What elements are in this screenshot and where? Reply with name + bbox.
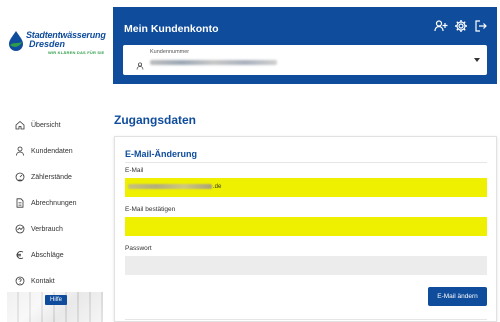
sidebar-item-abrechnungen[interactable]: Abrechnungen [0, 190, 104, 216]
account-header: Mein Kundenkonto Kundennummer [113, 7, 497, 84]
logout-icon[interactable] [474, 19, 488, 33]
help-button[interactable]: Hilfe [45, 295, 67, 305]
email-value: .de [128, 184, 221, 190]
sidebar-item-label: Kontakt [31, 277, 55, 285]
sidebar-nav: Übersicht Kundendaten Zählerstände Abrec… [0, 112, 104, 294]
sidebar-item-label: Übersicht [31, 121, 61, 129]
email-blurred-text [128, 184, 212, 189]
password-label: Passwort [125, 245, 152, 252]
change-email-button[interactable]: E-Mail ändern [428, 287, 487, 306]
page-title: Zugangsdaten [114, 113, 197, 127]
question-icon [15, 276, 25, 286]
section-title: E-Mail-Änderung [125, 149, 197, 159]
customer-number-label: Kundennummer [150, 49, 190, 55]
password-field[interactable] [125, 256, 487, 275]
meter-icon [15, 172, 25, 182]
sidebar-item-kontakt[interactable]: Kontakt [0, 268, 104, 294]
document-icon [15, 198, 25, 208]
email-change-card: E-Mail-Änderung E-Mail .de E-Mail bestät… [114, 136, 497, 322]
sidebar-item-verbrauch[interactable]: Verbrauch [0, 216, 104, 242]
email-confirm-label: E-Mail bestätigen [125, 206, 176, 213]
chart-icon [15, 224, 25, 234]
customer-number-select[interactable]: Kundennummer [123, 45, 487, 75]
logo-line2: Dresden [29, 39, 66, 49]
logo-drop-icon [9, 31, 23, 51]
sidebar-item-uebersicht[interactable]: Übersicht [0, 112, 104, 138]
divider [125, 319, 487, 320]
header-actions [434, 19, 488, 33]
add-user-icon[interactable] [434, 19, 448, 33]
user-icon [136, 57, 144, 75]
email-confirm-field[interactable] [125, 217, 487, 236]
chevron-down-icon[interactable] [474, 58, 480, 62]
sidebar-item-label: Verbrauch [31, 225, 63, 233]
settings-icon[interactable] [454, 19, 468, 33]
divider [125, 162, 487, 163]
email-label: E-Mail [125, 167, 144, 174]
sidebar-item-label: Abschläge [31, 251, 64, 259]
sidebar-item-zaehlerstaende[interactable]: Zählerstände [0, 164, 104, 190]
email-field[interactable]: .de [125, 178, 487, 197]
email-domain-suffix: .de [213, 184, 222, 191]
sidebar-item-label: Zählerstände [31, 173, 72, 181]
company-logo[interactable]: Stadtentwässerung Dresden WIR KLÄREN DAS… [6, 26, 106, 62]
sidebar-item-label: Abrechnungen [31, 199, 77, 207]
sidebar-item-kundendaten[interactable]: Kundendaten [0, 138, 104, 164]
logo-tagline: WIR KLÄREN DAS FÜR SIE [48, 50, 105, 55]
euro-icon [15, 250, 25, 260]
header-title: Mein Kundenkonto [124, 23, 219, 35]
home-icon [15, 120, 25, 130]
sidebar-item-abschlaege[interactable]: Abschläge [0, 242, 104, 268]
customer-number-value [150, 60, 277, 65]
help-banner: Hilfe [7, 292, 103, 322]
user-icon [15, 146, 25, 156]
sidebar-item-label: Kundendaten [31, 147, 73, 155]
